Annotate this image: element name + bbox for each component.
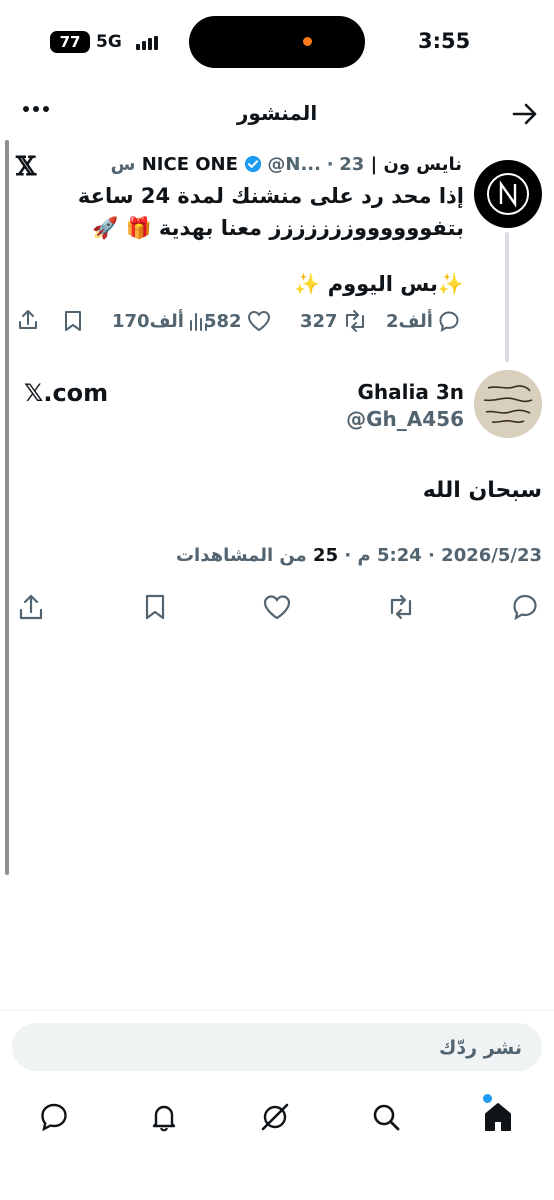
quoted-text-line1: إذا محد رد على منشنك لمدة 24 ساعة — [77, 184, 464, 208]
notifications-icon[interactable] — [147, 1100, 181, 1134]
page-title: المنشور — [236, 101, 318, 125]
battery-indicator: 77 — [50, 31, 90, 53]
quoted-views-count: 170ألف — [112, 310, 184, 332]
like-icon[interactable] — [262, 592, 292, 622]
recording-indicator — [303, 37, 312, 46]
reply-composer-placeholder: نشر ردّك — [438, 1037, 522, 1059]
quoted-tweet-text: إذا محد رد على منشنك لمدة 24 ساعة بتفووو… — [30, 180, 464, 244]
reply-views-label: من المشاهدات — [175, 545, 307, 566]
status-time: 3:55 — [418, 29, 471, 53]
quoted-author-handle[interactable]: @N... — [267, 154, 321, 175]
quoted-like-button[interactable]: 582 — [204, 308, 272, 334]
dot-separator: · — [326, 154, 334, 175]
network-indicator: 5G — [96, 30, 122, 54]
reply-views-count[interactable]: 25 — [313, 545, 338, 566]
search-icon[interactable] — [369, 1100, 403, 1134]
reply-meta: 2026/5/23 · 5:24 م · 25 من المشاهدات — [120, 542, 542, 570]
back-arrow-icon[interactable] — [512, 102, 538, 126]
reply-author-avatar[interactable] — [474, 370, 542, 438]
quoted-text-line3: ✨بس اليووم ✨ — [294, 272, 464, 296]
quoted-author-avatar[interactable] — [474, 160, 542, 228]
x-com-source: 𝕏.com — [24, 379, 109, 407]
dynamic-island — [189, 16, 365, 68]
thread-connector-line — [505, 232, 509, 362]
share-icon[interactable] — [16, 592, 46, 622]
quoted-text-line2: بتفووووووززززززز معنا بهدية 🎁 🚀 — [92, 216, 464, 240]
reply-author-name[interactable]: Ghalia 3n — [300, 378, 464, 406]
quoted-reply-button[interactable]: 2ألف — [386, 308, 461, 334]
verified-badge-icon — [244, 155, 261, 173]
quoted-views[interactable]: 170ألف — [112, 308, 210, 334]
bookmark-icon[interactable] — [140, 592, 170, 622]
quoted-reply-count: 2ألف — [386, 310, 433, 332]
messages-icon[interactable] — [37, 1100, 71, 1134]
more-dot — [43, 106, 49, 112]
retweet-icon — [345, 310, 364, 332]
reply-author-handle[interactable]: @Gh_A456 — [300, 405, 464, 433]
calligraphy-avatar-icon — [474, 370, 542, 438]
reply-date: 2026/5/23 — [441, 545, 542, 566]
like-icon — [247, 310, 270, 332]
quoted-retweet-button[interactable]: 327 — [300, 308, 368, 334]
quoted-tweet-header: نايس ون | NICE ONE @N... · 23 س — [80, 152, 462, 178]
reply-icon[interactable] — [510, 592, 540, 622]
views-icon — [189, 313, 207, 331]
more-dot — [33, 106, 39, 112]
signal-icon — [136, 36, 158, 50]
x-logo-icon: 𝕏 — [16, 152, 37, 182]
more-dot — [23, 106, 29, 112]
nice-one-logo-icon — [487, 173, 529, 215]
network-label: 5G — [96, 32, 122, 52]
reply-time: 5:24 م — [357, 545, 422, 566]
reply-text: سبحان الله — [422, 478, 542, 503]
retweet-icon[interactable] — [386, 592, 416, 622]
home-icon[interactable] — [481, 1100, 515, 1134]
divider — [0, 1010, 554, 1011]
share-icon[interactable] — [16, 308, 40, 332]
grok-icon[interactable] — [258, 1100, 292, 1134]
dot-separator: · — [344, 545, 352, 566]
scroll-indicator[interactable] — [5, 140, 9, 875]
notification-dot — [483, 1094, 492, 1103]
quoted-retweet-count: 327 — [300, 310, 338, 332]
bookmark-icon[interactable] — [62, 309, 84, 333]
dot-separator: · — [428, 545, 435, 566]
reply-icon — [439, 311, 459, 332]
more-options-button[interactable] — [23, 106, 49, 112]
